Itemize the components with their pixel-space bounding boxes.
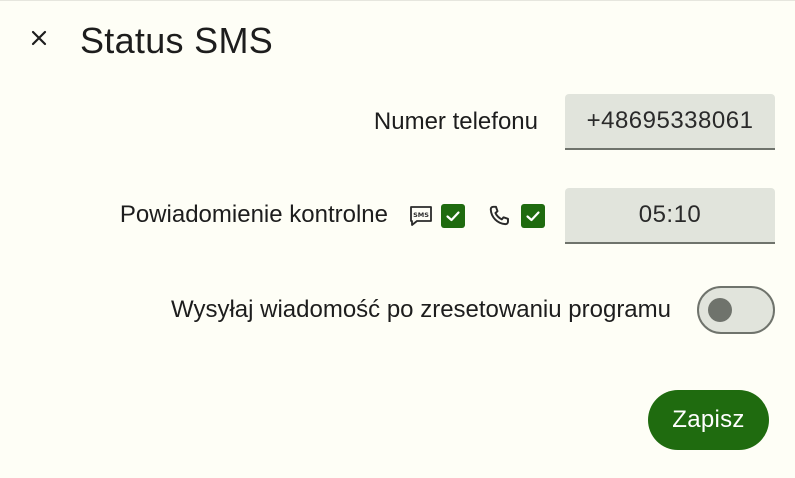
reset-message-label: Wysyłaj wiadomość po zresetowaniu progra… <box>171 296 671 323</box>
close-icon <box>30 29 48 52</box>
dialog-title: Status SMS <box>80 20 274 61</box>
toggle-knob <box>708 298 732 322</box>
svg-text:SMS: SMS <box>413 211 429 219</box>
check-icon <box>526 211 540 222</box>
save-button[interactable]: Zapisz <box>648 390 769 450</box>
phone-label: Numer telefonu <box>373 108 538 135</box>
phone-input[interactable] <box>565 106 775 136</box>
reset-message-toggle[interactable] <box>697 286 775 334</box>
status-sms-dialog: Status SMS Numer telefonu Powiadomienie … <box>0 0 795 478</box>
phone-field[interactable] <box>565 94 775 150</box>
phone-icon <box>486 203 512 229</box>
check-icon <box>446 211 460 222</box>
sms-checkbox[interactable] <box>441 204 465 228</box>
call-checkbox[interactable] <box>521 204 545 228</box>
control-notification-label: Powiadomienie kontrolne <box>119 201 388 228</box>
time-input[interactable] <box>565 200 775 230</box>
time-field[interactable] <box>565 188 775 244</box>
sms-icon: SMS <box>408 203 434 229</box>
close-button[interactable] <box>24 25 54 55</box>
